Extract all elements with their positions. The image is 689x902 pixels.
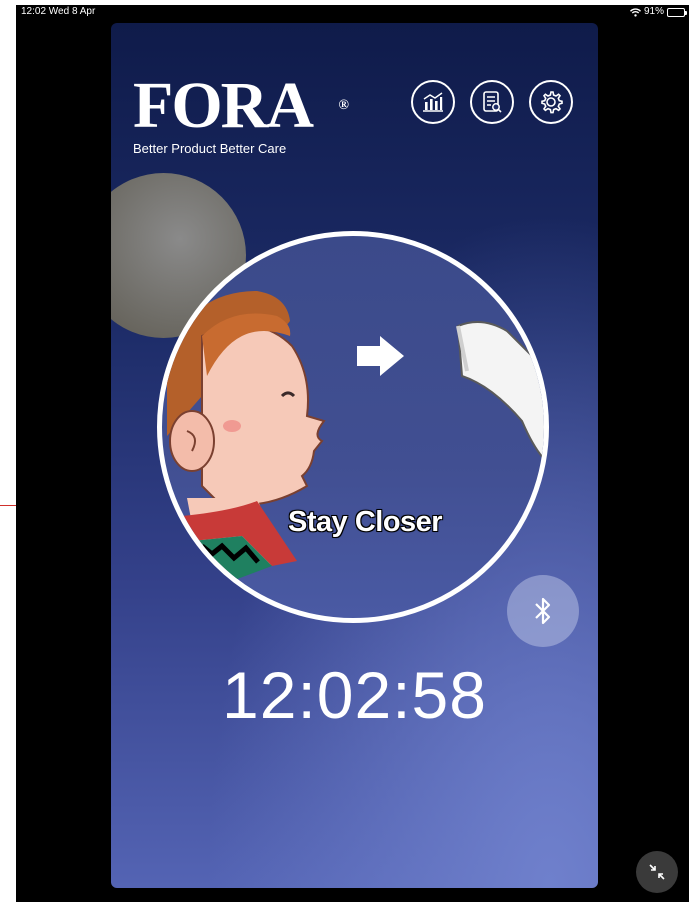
minimize-button[interactable]	[636, 851, 678, 893]
chart-button[interactable]	[411, 80, 455, 124]
records-button[interactable]	[470, 80, 514, 124]
status-bar: 12:02 Wed 8 Apr 91%	[16, 5, 689, 19]
child-face-illustration	[167, 291, 544, 581]
clock-display: 12:02:58	[222, 658, 487, 732]
app-panel: FORA ® Better Product Better Care Stay C…	[111, 23, 598, 888]
logo-text: FORA	[133, 69, 314, 142]
battery-icon	[667, 7, 687, 17]
settings-gear-icon	[541, 91, 563, 114]
battery-percent: 91%	[643, 6, 664, 17]
status-time-date: 12:02 Wed 8 Apr	[21, 6, 96, 17]
record-search-icon	[483, 91, 502, 113]
brand-tagline: Better Product Better Care	[133, 141, 287, 156]
bluetooth-icon	[535, 597, 551, 625]
collapse-arrows-icon	[649, 864, 665, 880]
brand-logo: FORA ® Better Product Better Care	[133, 73, 353, 157]
bluetooth-button[interactable]	[507, 575, 579, 647]
registered-mark: ®	[338, 98, 349, 113]
instruction-text: Stay Closer	[288, 506, 443, 538]
wifi-icon	[629, 7, 641, 17]
settings-button[interactable]	[529, 80, 573, 124]
measurement-illustration: Stay Closer	[157, 231, 549, 623]
chart-icon	[423, 92, 443, 112]
status-right-group: 91%	[629, 5, 687, 19]
device-screen: 12:02 Wed 8 Apr 91% FORA ® Better Product…	[16, 5, 689, 902]
logo-wordmark: FORA ®	[133, 73, 353, 139]
